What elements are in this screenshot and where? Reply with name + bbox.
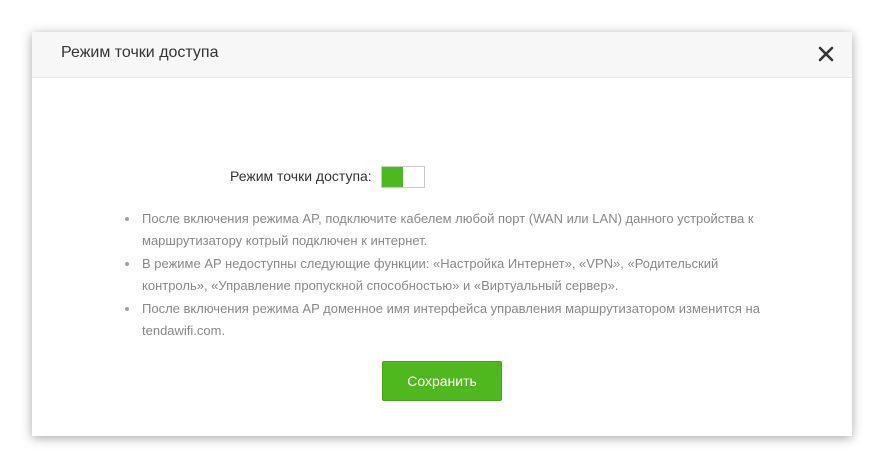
- toggle-knob: [403, 167, 424, 187]
- ap-mode-row: Режим точки доступа:: [32, 166, 852, 188]
- note-text: В режиме AP недоступны следующие функции…: [142, 256, 719, 293]
- ap-mode-toggle[interactable]: [381, 166, 425, 188]
- bullet-icon: [125, 307, 129, 311]
- save-button[interactable]: Сохранить: [382, 361, 502, 401]
- close-button[interactable]: [816, 44, 836, 64]
- note-item: В режиме AP недоступны следующие функции…: [125, 253, 762, 297]
- ap-mode-label: Режим точки доступа:: [230, 168, 372, 184]
- toggle-on-fill: [382, 167, 403, 187]
- ap-mode-notes: После включения режима AP, подключите ка…: [125, 208, 762, 343]
- ap-mode-dialog: Режим точки доступа Режим точки доступа:…: [32, 32, 852, 436]
- note-text: После включения режима AP, подключите ка…: [142, 211, 754, 248]
- bullet-icon: [125, 217, 129, 221]
- dialog-header: Режим точки доступа: [32, 32, 852, 78]
- note-item: После включения режима AP, подключите ка…: [125, 208, 762, 252]
- note-item: После включения режима AP доменное имя и…: [125, 298, 762, 342]
- dialog-title: Режим точки доступа: [61, 44, 219, 61]
- bullet-icon: [125, 262, 129, 266]
- close-icon: [818, 46, 834, 62]
- note-text: После включения режима AP доменное имя и…: [142, 301, 760, 338]
